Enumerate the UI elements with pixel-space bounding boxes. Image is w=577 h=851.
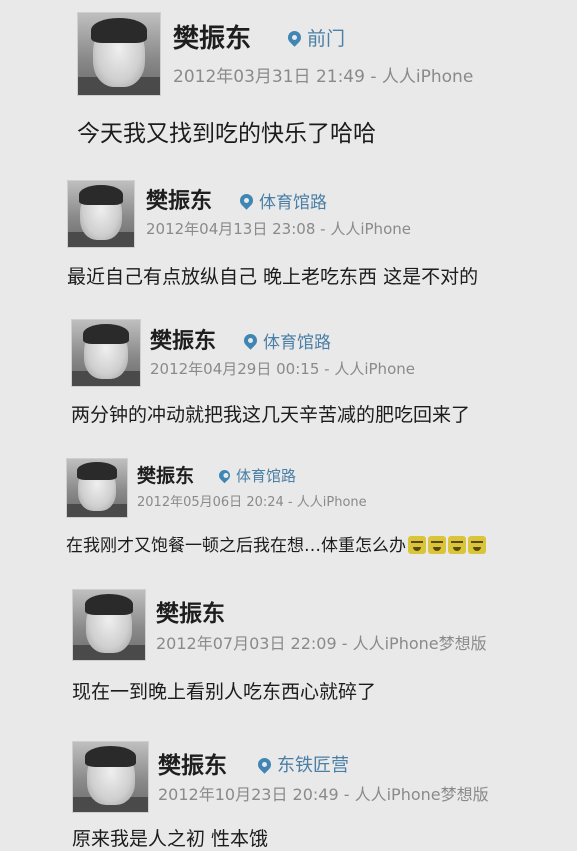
location-pin-icon — [285, 28, 304, 47]
avatar[interactable] — [72, 589, 146, 661]
crying-laughing-emoji-icon — [468, 536, 486, 554]
avatar[interactable] — [67, 180, 135, 248]
post-date: 2012年04月13日 — [146, 220, 268, 238]
location-pin-icon — [216, 467, 233, 484]
post-meta: 2012年04月29日 00:15 - 人人iPhone — [150, 360, 415, 378]
post-date: 2012年07月03日 — [156, 634, 286, 653]
avatar[interactable] — [71, 319, 141, 387]
post-content: 两分钟的冲动就把我这几天辛苦减的肥吃回来了 — [71, 404, 471, 426]
post-source: 人人iPhone梦想版 — [352, 634, 487, 653]
post-time: 00:15 — [276, 360, 320, 378]
author-name[interactable]: 樊振东 — [156, 594, 225, 628]
location-tag[interactable]: 体育馆路 — [237, 188, 327, 213]
post-source: 人人iPhone — [381, 67, 474, 87]
post-meta: 2012年10月23日 20:49 - 人人iPhone梦想版 — [158, 785, 489, 804]
author-name[interactable]: 樊振东 — [150, 323, 216, 355]
post-time: 20:49 — [292, 785, 339, 804]
post-time: 22:09 — [290, 634, 337, 653]
post-source: 人人iPhone — [296, 495, 367, 510]
post-date: 2012年03月31日 — [173, 67, 311, 87]
post-content: 现在一到晚上看别人吃东西心就碎了 — [72, 681, 377, 703]
location-label: 东铁匠营 — [277, 755, 349, 776]
post-source: 人人iPhone — [334, 360, 415, 378]
location-pin-icon — [237, 191, 256, 210]
post-source: 人人iPhone — [330, 220, 411, 238]
location-label: 体育馆路 — [263, 333, 331, 353]
location-tag[interactable]: 前门 — [285, 24, 346, 51]
location-tag[interactable]: 体育馆路 — [216, 465, 297, 486]
post-meta: 2012年05月06日 20:24 - 人人iPhone — [137, 495, 367, 510]
post-meta: 2012年04月13日 23:08 - 人人iPhone — [146, 220, 411, 238]
location-label: 体育馆路 — [259, 193, 327, 213]
crying-laughing-emoji-icon — [408, 536, 426, 554]
post-date: 2012年10月23日 — [158, 785, 288, 804]
crying-laughing-emoji-icon — [428, 536, 446, 554]
location-pin-icon — [241, 331, 260, 350]
author-name[interactable]: 樊振东 — [146, 183, 212, 215]
post-content: 今天我又找到吃的快乐了哈哈 — [77, 121, 376, 147]
location-tag[interactable]: 东铁匠营 — [255, 751, 349, 777]
post-source: 人人iPhone梦想版 — [354, 785, 489, 804]
location-tag[interactable]: 体育馆路 — [241, 328, 331, 353]
avatar[interactable] — [72, 741, 149, 813]
location-pin-icon — [255, 754, 274, 774]
post-time: 20:24 — [246, 495, 284, 510]
post-content: 最近自己有点放纵自己 晚上老吃东西 这是不对的 — [67, 266, 479, 288]
post-content: 原来我是人之初 性本饿 — [72, 828, 269, 850]
avatar[interactable] — [77, 12, 161, 96]
author-name[interactable]: 樊振东 — [158, 746, 227, 780]
post-time: 23:08 — [272, 220, 316, 238]
post-content: 在我刚才又饱餐一顿之后我在想…体重怎么办 — [66, 531, 486, 556]
avatar[interactable] — [66, 458, 128, 518]
post-date: 2012年05月06日 — [137, 495, 243, 510]
location-label: 体育馆路 — [236, 467, 297, 485]
post-meta: 2012年07月03日 22:09 - 人人iPhone梦想版 — [156, 634, 487, 653]
post-content-text: 在我刚才又饱餐一顿之后我在想…体重怎么办 — [66, 536, 406, 556]
post-meta: 2012年03月31日 21:49 - 人人iPhone — [173, 67, 474, 87]
post-date: 2012年04月29日 — [150, 360, 272, 378]
post-time: 21:49 — [315, 67, 365, 87]
author-name[interactable]: 樊振东 — [173, 18, 251, 55]
location-label: 前门 — [307, 28, 346, 50]
crying-laughing-emoji-icon — [448, 536, 466, 554]
author-name[interactable]: 樊振东 — [137, 461, 194, 488]
